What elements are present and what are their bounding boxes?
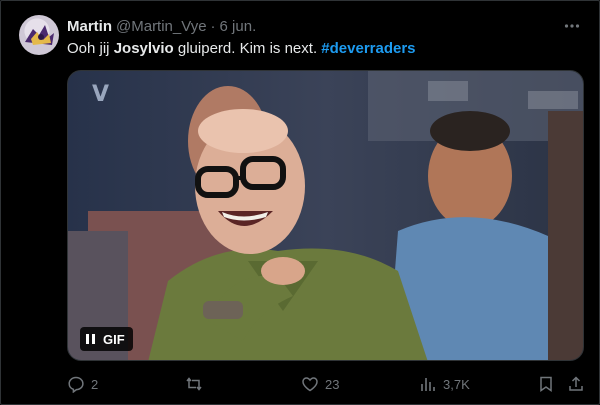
bookmark-icon: [537, 375, 555, 393]
reply-count: 2: [91, 376, 99, 392]
share-icon: [567, 375, 585, 393]
retweet-icon: [185, 375, 203, 393]
author-name[interactable]: Martin: [67, 18, 112, 35]
tweet-header: Martin @Martin_Vye · 6 jun.: [67, 16, 256, 36]
views-button[interactable]: 3,7K: [419, 373, 470, 395]
author-handle[interactable]: @Martin_Vye: [116, 18, 207, 35]
bookmark-button[interactable]: [537, 373, 555, 395]
action-bar: 2 23 3,7K: [67, 373, 587, 395]
views-count: 3,7K: [443, 376, 470, 392]
text-before: Ooh jij: [67, 40, 114, 57]
tweet-date[interactable]: 6 jun.: [220, 18, 257, 35]
heart-icon: [301, 375, 319, 393]
pause-icon[interactable]: [86, 334, 95, 344]
gif-media[interactable]: V GIF: [67, 70, 584, 361]
like-count: 23: [325, 376, 340, 392]
views-icon: [419, 375, 437, 393]
gif-badge[interactable]: GIF: [80, 327, 133, 351]
gif-frame: V: [68, 71, 583, 360]
avatar[interactable]: [19, 15, 59, 55]
retweet-button[interactable]: [185, 373, 209, 395]
tweet-text: Ooh jij Josylvio gluiperd. Kim is next. …: [67, 39, 416, 59]
gif-label: GIF: [103, 331, 125, 347]
reply-icon: [67, 375, 85, 393]
more-icon[interactable]: [561, 15, 583, 37]
reply-button[interactable]: 2: [67, 373, 98, 395]
like-button[interactable]: 23: [301, 373, 339, 395]
tweet-card[interactable]: Martin @Martin_Vye · 6 jun. Ooh jij Josy…: [0, 0, 600, 405]
channel-logo: V: [92, 82, 109, 107]
hashtag-link[interactable]: #deverraders: [321, 40, 415, 57]
text-after: gluiperd. Kim is next.: [173, 40, 322, 57]
mention-text: Josylvio: [113, 40, 174, 57]
share-button[interactable]: [567, 373, 585, 395]
separator-dot: ·: [210, 17, 216, 35]
